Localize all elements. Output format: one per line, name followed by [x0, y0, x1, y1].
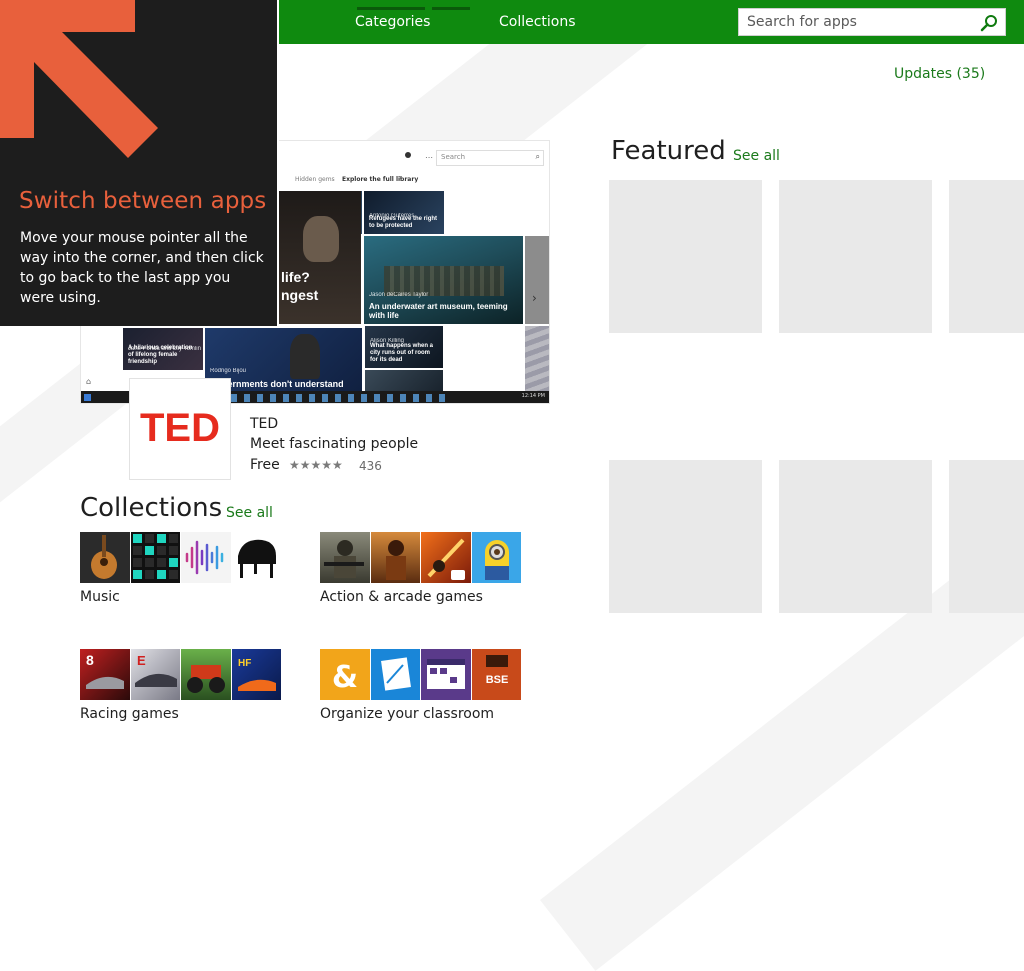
collections-see-all-link[interactable]: See all: [226, 505, 273, 521]
mini-search-box: Search ⌕: [436, 150, 544, 166]
search-box: [738, 8, 1006, 36]
mini-tile: life? ngest: [279, 191, 361, 324]
app-icon-tile[interactable]: TED: [129, 378, 231, 480]
mini-tile: [525, 236, 549, 324]
svg-text:8: 8: [86, 652, 94, 668]
app-tagline: Meet fascinating people: [250, 436, 419, 452]
mini-chevron-icon: ›: [399, 174, 402, 182]
featured-tile[interactable]: [949, 180, 1024, 333]
arrow-up-left-icon: [0, 0, 158, 158]
ted-logo: TED: [140, 406, 220, 450]
mini-tile: Antonio Guterres Refugees have the right…: [364, 191, 444, 234]
knight-icon: [421, 532, 471, 583]
collection-label-classroom[interactable]: Organize your classroom: [320, 706, 494, 722]
guitar-icon: [80, 532, 130, 583]
minion-icon: [471, 532, 521, 583]
svg-text:&: &: [332, 660, 358, 695]
drum-pads-icon: [130, 532, 180, 583]
asphalt-8-icon: 8: [80, 649, 130, 700]
mini-tile: [525, 326, 549, 393]
mini-more-icon: ⋯: [425, 153, 433, 162]
featured-tile[interactable]: [609, 180, 762, 333]
tab-indicator: [357, 7, 425, 10]
rating-count: 436: [359, 459, 382, 473]
mini-tile: [365, 370, 443, 393]
collection-label-action[interactable]: Action & arcade games: [320, 589, 483, 605]
app-name[interactable]: TED: [250, 416, 278, 432]
bse-app-icon: BSE: [471, 649, 521, 700]
soldier-icon: [320, 532, 370, 583]
collection-thumbs-racing[interactable]: 8 E HF: [80, 649, 281, 700]
mini-tab: Explore the full library: [342, 176, 419, 183]
svg-text:BSE: BSE: [485, 674, 508, 686]
background-stripe: [540, 345, 1024, 971]
ampersand-app-icon: &: [320, 649, 370, 700]
collection-thumbs-music[interactable]: [80, 532, 281, 583]
mini-tab: Hidden gems: [295, 176, 335, 183]
collections-heading[interactable]: Collections: [80, 493, 222, 523]
svg-text:TED: TED: [140, 406, 220, 450]
svg-text:HF: HF: [238, 658, 251, 669]
tip-title: Switch between apps: [19, 188, 267, 214]
mini-tile: Jane Fonda and Lily Tomlin A hilarious c…: [123, 328, 203, 370]
featured-tile[interactable]: [949, 460, 1024, 613]
high-fuel-icon: HF: [231, 649, 281, 700]
featured-heading[interactable]: Featured: [611, 136, 726, 166]
mini-clock: 12:14 PM: [521, 393, 545, 399]
warrior-icon: [370, 532, 420, 583]
monster-truck-icon: [181, 649, 231, 700]
featured-see-all-link[interactable]: See all: [733, 148, 780, 164]
mini-tile: Jason deCaires Taylor An underwater art …: [364, 236, 523, 324]
rating-stars-icon: ★★★★★: [289, 458, 343, 472]
piano-icon: [231, 532, 281, 583]
svg-text:E: E: [137, 653, 146, 668]
switch-apps-tip: Switch between apps Move your mouse poin…: [0, 0, 279, 326]
tab-categories[interactable]: Categories: [355, 14, 430, 30]
tab-indicator: [432, 7, 470, 10]
search-icon[interactable]: [979, 13, 999, 33]
calendar-app-icon: [421, 649, 471, 700]
audio-wave-icon: [181, 532, 231, 583]
featured-tile[interactable]: [609, 460, 762, 613]
collection-label-music[interactable]: Music: [80, 589, 120, 605]
updates-link[interactable]: Updates (35): [894, 66, 985, 82]
mini-avatar-icon: [405, 152, 411, 158]
mini-next-icon: ›: [532, 291, 537, 305]
collection-thumbs-classroom[interactable]: & BSE: [320, 649, 521, 700]
mini-search-placeholder: Search: [441, 153, 466, 161]
featured-tile[interactable]: [779, 180, 932, 333]
mini-home-icon: ⌂: [86, 377, 92, 386]
collection-label-racing[interactable]: Racing games: [80, 706, 179, 722]
tab-collections[interactable]: Collections: [499, 14, 576, 30]
mini-tile: Alison Killing What happens when a city …: [365, 326, 443, 368]
mini-search-icon: ⌕: [535, 152, 540, 161]
app-price: Free: [250, 457, 280, 473]
collection-thumbs-action[interactable]: [320, 532, 521, 583]
tip-body: Move your mouse pointer all the way into…: [20, 230, 264, 306]
search-input[interactable]: [739, 9, 985, 35]
featured-tile[interactable]: [779, 460, 932, 613]
whiteboard-app-icon: [370, 649, 420, 700]
car-silver-icon: E: [130, 649, 180, 700]
